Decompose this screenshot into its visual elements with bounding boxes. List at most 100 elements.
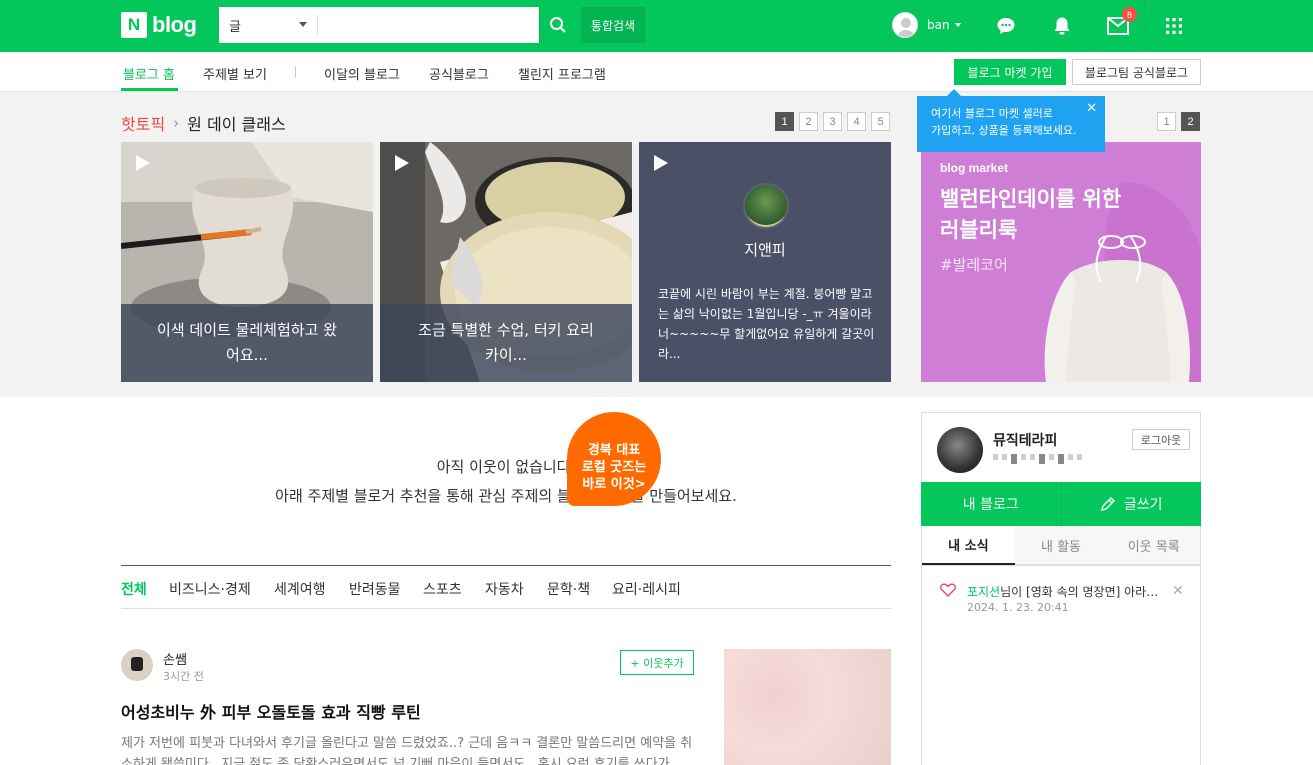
naver-blog-logo[interactable]: N blog bbox=[121, 12, 197, 38]
write-button[interactable]: 글쓰기 bbox=[1062, 482, 1202, 526]
notification-message: 님이 [영화 속의 명장면] 아라한 장풍 대작전... bbox=[1000, 585, 1162, 599]
post-excerpt[interactable]: 제가 저번에 피붓과 다녀와서 후기글 올린다고 말씀 드렸었죠..? 근데 음… bbox=[121, 733, 696, 765]
user-menu[interactable]: ban bbox=[892, 12, 961, 38]
hot-topic-card[interactable]: 이색 데이트 물레체험하고 왔어요... bbox=[121, 142, 373, 382]
bell-icon bbox=[1054, 17, 1069, 35]
hot-topic-card[interactable]: 지앤피 코끝에 시린 바람이 부는 계절. 붕어빵 말고는 삶의 낙이없는 1월… bbox=[639, 142, 891, 382]
notification-user: 포지션 bbox=[967, 585, 1001, 599]
page-button[interactable]: 1 bbox=[775, 112, 794, 131]
tab-pets[interactable]: 반려동물 bbox=[349, 579, 401, 599]
page-button[interactable]: 4 bbox=[847, 112, 866, 131]
tab-business[interactable]: 비즈니스·경제 bbox=[169, 579, 251, 599]
nav-official-blog[interactable]: 공식블로그 bbox=[429, 64, 489, 83]
promo-headline-line: 러블리룩 bbox=[940, 218, 1018, 242]
promo-pager: 1 2 bbox=[1157, 112, 1200, 131]
blogger-name: 지앤피 bbox=[744, 241, 786, 259]
notification-button[interactable] bbox=[1033, 0, 1089, 52]
tab-cars[interactable]: 자동차 bbox=[485, 579, 524, 599]
hot-topic-title: 핫토픽 › 원 데이 클래스 bbox=[121, 111, 286, 135]
nav-monthly-blog[interactable]: 이달의 블로그 bbox=[324, 64, 400, 83]
hot-topic-pager: 1 2 3 4 5 bbox=[775, 112, 890, 131]
tab-travel[interactable]: 세계여행 bbox=[274, 579, 326, 599]
blog-team-official-button[interactable]: 블로그팀 공식블로그 bbox=[1072, 59, 1201, 85]
grid-icon bbox=[1165, 18, 1182, 34]
profile-blog-url-masked bbox=[993, 454, 1082, 464]
pencil-icon bbox=[1100, 497, 1115, 511]
total-search-button[interactable]: 통합검색 bbox=[581, 7, 645, 43]
page-button[interactable]: 2 bbox=[1181, 112, 1200, 131]
sub-navigation: 블로그 홈 주제별 보기 이달의 블로그 공식블로그 챌린지 프로그램 블로그 … bbox=[0, 52, 1313, 92]
page-button[interactable]: 3 bbox=[823, 112, 842, 131]
page-button[interactable]: 5 bbox=[871, 112, 890, 131]
chat-bubble-icon bbox=[997, 18, 1014, 34]
bubble-line: 로컬 굿즈는 bbox=[581, 460, 647, 475]
my-blog-button[interactable]: 내 블로그 bbox=[921, 482, 1061, 526]
profile-name[interactable]: 뮤직테라피 bbox=[993, 430, 1057, 450]
blog-logo-text: blog bbox=[152, 12, 197, 37]
apps-button[interactable] bbox=[1145, 0, 1201, 52]
close-icon[interactable]: ✕ bbox=[1086, 100, 1097, 117]
post-author[interactable]: 손쌤 bbox=[163, 649, 187, 668]
page-button[interactable]: 2 bbox=[799, 112, 818, 131]
avatar bbox=[892, 12, 918, 38]
local-goods-ad-bubble[interactable]: 경북 대표 로컬 굿즈는 바로 이것> bbox=[567, 412, 661, 506]
heart-icon bbox=[940, 583, 956, 597]
hot-topic-card[interactable]: 조금 특별한 수업, 터키 요리 카이... bbox=[380, 142, 632, 382]
nav-blog-home[interactable]: 블로그 홈 bbox=[123, 64, 175, 83]
blog-market-banner[interactable]: blog market 밸런타인데이를 위한 러블리룩 #발레코어 bbox=[921, 142, 1201, 382]
card-caption: 조금 특별한 수업, 터키 요리 카이... bbox=[380, 304, 632, 382]
avatar[interactable] bbox=[937, 427, 983, 473]
write-label: 글쓰기 bbox=[1123, 497, 1163, 513]
chevron-down-icon bbox=[299, 22, 307, 27]
tab-my-activity[interactable]: 내 활동 bbox=[1014, 526, 1108, 565]
recommend-message: 아래 주제별 블로거 추천을 통해 관심 주제의 블로그 이웃을 만들어보세요. bbox=[275, 487, 737, 505]
hot-topic-name: 원 데이 클래스 bbox=[187, 115, 286, 134]
username: ban bbox=[927, 18, 950, 32]
card-description: 코끝에 시린 바람이 부는 계절. 붕어빵 말고는 삶의 낙이없는 1월입니당 … bbox=[658, 287, 875, 361]
video-play-icon bbox=[136, 155, 150, 171]
blog-market-join-button[interactable]: 블로그 마켓 가입 bbox=[954, 59, 1066, 85]
no-neighbors-message: 아직 이웃이 없습니다. bbox=[436, 458, 576, 476]
top-bar: N blog 글 통합검색 ban 8 bbox=[0, 0, 1313, 52]
tab-literature[interactable]: 문학·책 bbox=[547, 579, 590, 599]
search-icon bbox=[549, 17, 566, 33]
naver-n-icon: N bbox=[121, 12, 147, 38]
add-neighbor-button[interactable]: + 이웃추가 bbox=[620, 650, 694, 675]
tab-all[interactable]: 전체 bbox=[121, 579, 147, 599]
tab-neighbor-list[interactable]: 이웃 목록 bbox=[1107, 526, 1201, 565]
bubble-line: 바로 이것> bbox=[582, 477, 646, 492]
search-bar: 글 bbox=[219, 7, 575, 43]
tab-sports[interactable]: 스포츠 bbox=[423, 579, 462, 599]
chevron-right-icon: › bbox=[173, 114, 180, 132]
mail-button[interactable]: 8 bbox=[1089, 0, 1145, 52]
video-play-icon bbox=[654, 155, 668, 171]
my-blog-label: 내 블로그 bbox=[962, 497, 1019, 513]
market-tooltip: 여기서 블로그 마켓 셀러로 가입하고, 상품을 등록해보세요. ✕ bbox=[917, 89, 1105, 152]
avatar[interactable] bbox=[121, 649, 153, 681]
chevron-down-icon bbox=[954, 23, 961, 27]
tooltip-line: 가입하고, 상품을 등록해보세요. bbox=[931, 124, 1077, 137]
search-category-select[interactable]: 글 bbox=[219, 7, 317, 43]
post-thumbnail[interactable] bbox=[724, 649, 891, 765]
page-button[interactable]: 1 bbox=[1157, 112, 1176, 131]
profile-panel: 뮤직테라피 로그아웃 내 블로그 글쓰기 내 소식 내 활동 이웃 목록 포지션… bbox=[921, 412, 1201, 765]
logout-button[interactable]: 로그아웃 bbox=[1132, 429, 1190, 450]
tab-my-news[interactable]: 내 소식 bbox=[922, 526, 1015, 565]
topic-category-tabs: 전체 비즈니스·경제 세계여행 반려동물 스포츠 자동차 문학·책 요리·레시피 bbox=[121, 565, 891, 609]
tab-cooking[interactable]: 요리·레시피 bbox=[612, 579, 681, 599]
talk-button[interactable] bbox=[977, 0, 1033, 52]
hot-topic-section: 핫토픽 › 원 데이 클래스 1 2 3 4 5 이색 데이트 물레체험하고 왔… bbox=[0, 92, 1313, 397]
mail-count-badge: 8 bbox=[1122, 7, 1137, 22]
search-input[interactable] bbox=[318, 7, 575, 43]
tooltip-line: 여기서 블로그 마켓 셀러로 bbox=[931, 107, 1053, 120]
promo-headline: 밸런타인데이를 위한 러블리룩 bbox=[940, 184, 1121, 246]
close-icon[interactable]: ✕ bbox=[1172, 583, 1184, 599]
nav-divider bbox=[295, 66, 296, 78]
promo-hashtag: #발레코어 bbox=[940, 256, 1008, 274]
video-play-icon bbox=[395, 155, 409, 171]
search-button[interactable] bbox=[539, 7, 575, 43]
post-title[interactable]: 어성초비누 外 피부 오돌토돌 효과 직빵 루틴 bbox=[121, 699, 421, 723]
nav-challenge-program[interactable]: 챌린지 프로그램 bbox=[518, 64, 606, 83]
hot-topic-label[interactable]: 핫토픽 bbox=[121, 111, 165, 135]
nav-topics[interactable]: 주제별 보기 bbox=[203, 64, 267, 83]
